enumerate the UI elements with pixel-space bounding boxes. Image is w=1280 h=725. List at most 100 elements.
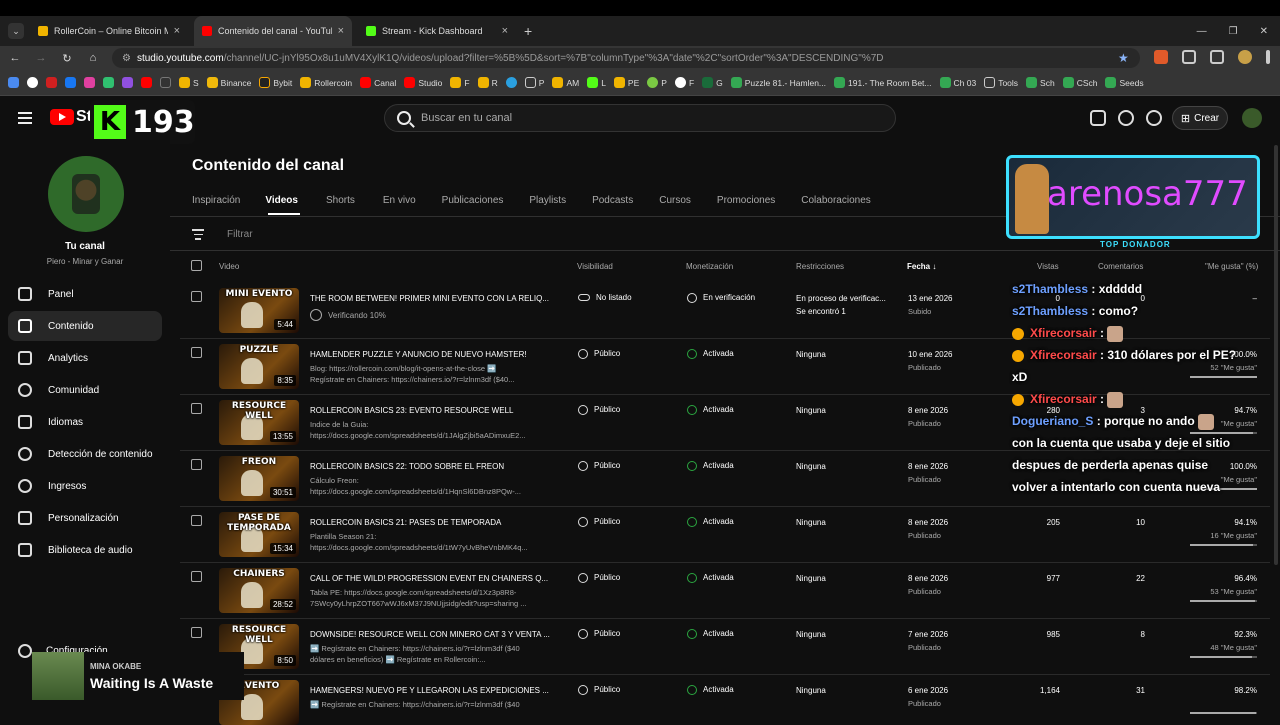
maximize-icon[interactable]: ❐: [1229, 26, 1238, 37]
row-checkbox[interactable]: [191, 571, 202, 582]
filter-icon[interactable]: [192, 229, 204, 240]
tab-cursos[interactable]: Cursos: [659, 195, 691, 206]
tab-colaboraciones[interactable]: Colaboraciones: [801, 195, 871, 206]
row-checkbox[interactable]: [191, 291, 202, 302]
video-title[interactable]: DOWNSIDE! RESOURCE WELL CON MINERO CAT 3…: [310, 630, 550, 639]
forward-icon[interactable]: →: [30, 52, 52, 64]
row-checkbox[interactable]: [191, 627, 202, 638]
monetization-cell[interactable]: Activada: [687, 461, 734, 471]
monetization-cell[interactable]: Activada: [687, 685, 734, 695]
bookmark-item[interactable]: Binance: [206, 77, 251, 88]
bookmark-item[interactable]: Canal: [360, 77, 396, 88]
sidebar-item-biblioteca[interactable]: Biblioteca de audio: [8, 535, 162, 565]
visibility-cell[interactable]: Público: [578, 461, 620, 471]
url-bar[interactable]: ⚙ studio.youtube.com/channel/UC-jnYl95Ox…: [112, 48, 1140, 68]
tab-inspiracion[interactable]: Inspiración: [192, 195, 240, 206]
sidebar-item-analytics[interactable]: Analytics: [8, 343, 162, 373]
visibility-cell[interactable]: Público: [578, 349, 620, 359]
column-header-views[interactable]: Vistas: [1037, 262, 1059, 271]
bookmark-item[interactable]: [84, 77, 95, 88]
restrictions-cell[interactable]: Ninguna: [796, 686, 826, 695]
bookmark-item[interactable]: Sch: [1026, 77, 1055, 88]
column-header-monetization[interactable]: Monetización: [686, 262, 733, 271]
restrictions-cell[interactable]: Ninguna: [796, 350, 826, 359]
video-title[interactable]: HAMLENDER PUZZLE Y ANUNCIO DE NUEVO HAMS…: [310, 350, 550, 359]
new-tab-icon[interactable]: +: [524, 23, 532, 39]
visibility-cell[interactable]: Público: [578, 629, 620, 639]
restrictions-cell[interactable]: Ninguna: [796, 518, 826, 527]
row-checkbox[interactable]: [191, 403, 202, 414]
visibility-cell[interactable]: Público: [578, 573, 620, 583]
video-title[interactable]: ROLLERCOIN BASICS 23: EVENTO RESOURCE WE…: [310, 406, 550, 415]
bookmark-item[interactable]: 191.- The Room Bet...: [834, 77, 932, 88]
select-all-checkbox[interactable]: [191, 260, 202, 271]
restrictions-cell[interactable]: Ninguna: [796, 462, 826, 471]
column-header-likes[interactable]: "Me gusta" (%): [1205, 262, 1258, 271]
restrictions-cell[interactable]: En proceso de verificac...: [796, 294, 886, 303]
bookmark-item[interactable]: [27, 77, 38, 88]
visibility-cell[interactable]: Público: [578, 685, 620, 695]
visibility-cell[interactable]: Público: [578, 517, 620, 527]
bookmark-item[interactable]: Puzzle 81.- Hamlen...: [730, 77, 826, 88]
more-menu-icon[interactable]: [1266, 50, 1270, 64]
browser-tab-youtube[interactable]: Contenido del canal - YouTube ×: [194, 16, 352, 46]
search-input[interactable]: Buscar en tu canal: [384, 104, 896, 132]
home-icon[interactable]: ⌂: [82, 52, 104, 64]
bookmark-folder[interactable]: Tools: [984, 77, 1018, 88]
sidebar-item-deteccion[interactable]: Detección de contenido: [8, 439, 162, 469]
row-checkbox[interactable]: [191, 515, 202, 526]
bookmark-folder[interactable]: P: [524, 77, 544, 88]
video-title[interactable]: THE ROOM BETWEEN! PRIMER MINI EVENTO CON…: [310, 294, 550, 303]
restrictions-cell[interactable]: Ninguna: [796, 630, 826, 639]
scrollbar[interactable]: [1274, 145, 1278, 565]
channel-avatar[interactable]: [48, 156, 124, 232]
bookmark-item[interactable]: F: [674, 77, 694, 88]
create-button[interactable]: ⊞ Crear: [1172, 106, 1228, 130]
tab-en-vivo[interactable]: En vivo: [383, 195, 416, 206]
video-title[interactable]: CALL OF THE WILD! PROGRESSION EVENT EN C…: [310, 574, 550, 583]
tab-publicaciones[interactable]: Publicaciones: [442, 195, 504, 206]
bookmark-item[interactable]: AM: [552, 77, 579, 88]
column-header-restrictions[interactable]: Restricciones: [796, 262, 844, 271]
bookmark-item[interactable]: Studio: [404, 77, 442, 88]
browser-tab-rollercoin[interactable]: RollerCoin – Online Bitcoin Mining ×: [30, 16, 188, 46]
bookmark-item[interactable]: Bybit: [259, 77, 292, 88]
column-header-comments[interactable]: Comentarios: [1098, 262, 1143, 271]
visibility-cell[interactable]: No listado: [578, 293, 632, 302]
reload-icon[interactable]: ↻: [56, 52, 78, 65]
bookmark-item[interactable]: [46, 77, 57, 88]
monetization-cell[interactable]: Activada: [687, 405, 734, 415]
tab-promociones[interactable]: Promociones: [717, 195, 775, 206]
extensions-puzzle-icon[interactable]: [1182, 50, 1196, 64]
column-header-visibility[interactable]: Visibilidad: [577, 262, 613, 271]
monetization-cell[interactable]: Activada: [687, 349, 734, 359]
bookmark-item[interactable]: [160, 77, 171, 88]
close-tab-icon[interactable]: ×: [174, 25, 180, 37]
hamburger-menu-icon[interactable]: [18, 112, 32, 124]
bookmark-item[interactable]: [65, 77, 76, 88]
bookmark-item[interactable]: CSch: [1062, 77, 1097, 88]
bookmark-item[interactable]: P: [647, 77, 667, 88]
sidebar-item-personalizacion[interactable]: Personalización: [8, 503, 162, 533]
video-title[interactable]: HAMENGERS! NUEVO PE Y LLEGARON LAS EXPED…: [310, 686, 550, 695]
video-thumbnail[interactable]: PASE DE TEMPORADA 15:34: [219, 512, 299, 557]
close-tab-icon[interactable]: ×: [338, 25, 344, 37]
bookmark-item[interactable]: R: [477, 77, 498, 88]
tab-podcasts[interactable]: Podcasts: [592, 195, 633, 206]
back-icon[interactable]: ←: [4, 52, 26, 64]
bookmark-star-icon[interactable]: ★: [1118, 51, 1129, 65]
bookmark-item[interactable]: PE: [613, 77, 639, 88]
sidebar-item-panel[interactable]: Panel: [8, 279, 162, 309]
bookmark-item[interactable]: Rollercoin: [300, 77, 352, 88]
bookmark-item[interactable]: S: [179, 77, 199, 88]
profile-icon[interactable]: [1238, 50, 1252, 64]
tab-videos[interactable]: Videos: [265, 195, 298, 206]
site-info-icon[interactable]: ⚙: [122, 53, 131, 64]
monetization-cell[interactable]: Activada: [687, 629, 734, 639]
restrictions-cell[interactable]: Ninguna: [796, 574, 826, 583]
bookmark-item[interactable]: G: [702, 77, 723, 88]
minimize-icon[interactable]: —: [1197, 26, 1207, 37]
video-title[interactable]: ROLLERCOIN BASICS 22: TODO SOBRE EL FREO…: [310, 462, 550, 471]
tab-playlists[interactable]: Playlists: [529, 195, 566, 206]
video-thumbnail[interactable]: FREON 30:51: [219, 456, 299, 501]
